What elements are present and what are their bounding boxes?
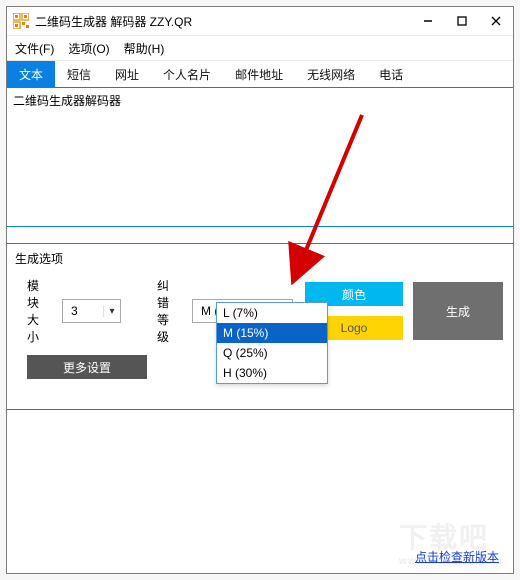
section-title: 生成选项 bbox=[7, 244, 513, 273]
tab-wifi[interactable]: 无线网络 bbox=[295, 61, 367, 87]
module-size-dropdown[interactable]: 3 ▾ bbox=[62, 299, 121, 323]
error-level-dropdown-list: L (7%) M (15%) Q (25%) H (30%) bbox=[216, 302, 328, 384]
menu-file[interactable]: 文件(F) bbox=[15, 40, 54, 57]
label-module-size: 模块大小 bbox=[27, 277, 50, 345]
chevron-down-icon: ▾ bbox=[103, 306, 120, 317]
maximize-button[interactable] bbox=[445, 7, 479, 35]
tab-bar: 文本 短信 网址 个人名片 邮件地址 无线网络 电话 bbox=[7, 61, 513, 88]
text-input[interactable]: 二维码生成器解码器 bbox=[7, 88, 513, 227]
label-error-level: 纠错等级 bbox=[157, 277, 180, 345]
tab-phone[interactable]: 电话 bbox=[367, 61, 415, 87]
menu-options[interactable]: 选项(O) bbox=[68, 40, 109, 57]
watermark: 下载吧 www.xiazaiba.com bbox=[399, 516, 503, 567]
minimize-button[interactable] bbox=[411, 7, 445, 35]
error-level-option-h[interactable]: H (30%) bbox=[217, 363, 327, 383]
module-size-value: 3 bbox=[63, 304, 103, 318]
error-level-option-l[interactable]: L (7%) bbox=[217, 303, 327, 323]
error-level-option-q[interactable]: Q (25%) bbox=[217, 343, 327, 363]
app-window: 二维码生成器 解码器 ZZY.QR 文件(F) 选项(O) 帮助(H) 文本 bbox=[6, 6, 514, 574]
tab-url[interactable]: 网址 bbox=[103, 61, 151, 87]
menu-bar: 文件(F) 选项(O) 帮助(H) bbox=[7, 36, 513, 61]
menu-help[interactable]: 帮助(H) bbox=[124, 40, 165, 57]
tab-sms[interactable]: 短信 bbox=[55, 61, 103, 87]
tab-email[interactable]: 邮件地址 bbox=[223, 61, 295, 87]
app-icon bbox=[13, 13, 29, 29]
close-button[interactable] bbox=[479, 7, 513, 35]
window-title: 二维码生成器 解码器 ZZY.QR bbox=[35, 13, 411, 30]
more-settings-button[interactable]: 更多设置 bbox=[27, 355, 147, 379]
window-controls bbox=[411, 7, 513, 35]
generate-button[interactable]: 生成 bbox=[413, 282, 503, 340]
tab-text[interactable]: 文本 bbox=[7, 61, 55, 87]
separator bbox=[7, 409, 513, 410]
title-bar: 二维码生成器 解码器 ZZY.QR bbox=[7, 7, 513, 36]
error-level-option-m[interactable]: M (15%) bbox=[217, 323, 327, 343]
tab-vcard[interactable]: 个人名片 bbox=[151, 61, 223, 87]
